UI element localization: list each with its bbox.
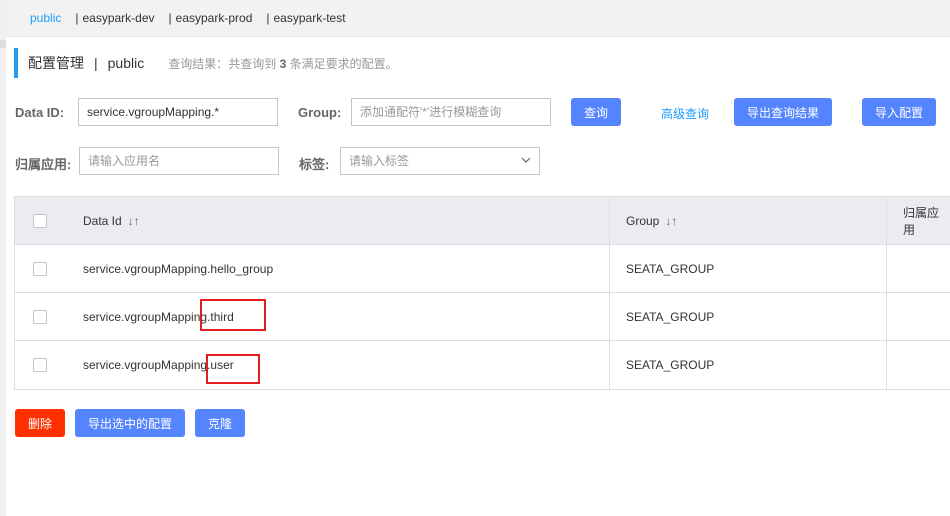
namespace-separator: |	[266, 11, 270, 25]
sort-icon[interactable]: ↓↑	[128, 214, 140, 228]
left-edge-strip	[0, 0, 6, 516]
row-app	[886, 341, 950, 389]
header-group[interactable]: Group ↓↑	[609, 197, 886, 244]
app-input[interactable]	[79, 147, 279, 175]
export-results-button[interactable]: 导出查询结果	[734, 98, 832, 126]
namespace-tab-easypark-test[interactable]: easypark-test	[274, 11, 346, 25]
delete-button[interactable]: 删除	[15, 409, 65, 437]
row-group: SEATA_GROUP	[609, 293, 886, 340]
dataid-input[interactable]	[78, 98, 278, 126]
namespace-separator: |	[168, 11, 172, 25]
row-checkbox-cell	[15, 245, 67, 292]
clone-button[interactable]: 克隆	[195, 409, 245, 437]
query-hint-prefix: 查询结果：共查询到	[168, 56, 277, 71]
title-divider: |	[94, 55, 98, 71]
header-dataid[interactable]: Data Id ↓↑	[67, 197, 609, 244]
select-all-checkbox[interactable]	[33, 213, 47, 228]
import-config-button[interactable]: 导入配置	[862, 98, 936, 126]
row-dataid: service.vgroupMapping.user	[83, 358, 234, 372]
query-result-hint: 查询结果：共查询到 3 条满足要求的配置。	[168, 55, 397, 72]
row-app	[886, 245, 950, 292]
highlight-box-third	[200, 299, 266, 331]
dataid-label: Data ID:	[15, 105, 65, 120]
highlight-box-user	[206, 354, 260, 384]
row-checkbox-cell	[15, 341, 67, 389]
tag-select[interactable]: 请输入标签	[340, 147, 540, 175]
query-hint-suffix: 条满足要求的配置。	[289, 56, 398, 71]
config-table: Data Id ↓↑ Group ↓↑ 归属应用 service.vgroupMap…	[14, 196, 950, 390]
row-group: SEATA_GROUP	[609, 341, 886, 389]
tag-select-placeholder: 请输入标签	[349, 154, 410, 168]
sort-icon[interactable]: ↓↑	[665, 214, 677, 228]
row-app	[886, 293, 950, 340]
table-row[interactable]: service.vgroupMapping.hello_group SEATA_…	[15, 245, 950, 293]
row-dataid: service.vgroupMapping.third	[83, 309, 234, 324]
query-button[interactable]: 查询	[571, 98, 621, 126]
table-row[interactable]: service.vgroupMapping.user SEATA_GROUP	[15, 341, 950, 389]
title-accent-bar	[14, 48, 18, 78]
row-checkbox-cell	[15, 293, 67, 340]
current-namespace: public	[107, 55, 145, 71]
header-app: 归属应用	[886, 197, 950, 244]
app-label: 归属应用:	[15, 157, 72, 172]
row-dataid: service.vgroupMapping.hello_group	[83, 261, 274, 276]
namespace-tab-easypark-prod[interactable]: easypark-prod	[176, 11, 253, 25]
row-group: SEATA_GROUP	[609, 245, 886, 292]
header-dataid-label: Data Id	[83, 213, 122, 228]
row-checkbox[interactable]	[33, 358, 47, 372]
advanced-query-link[interactable]: 高级查询	[661, 105, 709, 122]
group-input[interactable]	[351, 98, 551, 126]
export-selected-button[interactable]: 导出选中的配置	[75, 409, 185, 437]
page-title-row: 配置管理 | public 查询结果：共查询到 3 条满足要求的配置。	[14, 48, 398, 78]
table-header-row: Data Id ↓↑ Group ↓↑ 归属应用	[15, 197, 950, 245]
group-label: Group:	[298, 105, 342, 120]
left-edge-mark	[0, 40, 6, 48]
tag-label: 标签:	[299, 157, 330, 172]
header-checkbox-cell	[15, 197, 67, 244]
query-hint-count: 3	[279, 56, 287, 71]
header-app-label: 归属应用	[903, 205, 940, 237]
table-row[interactable]: service.vgroupMapping.third SEATA_GROUP	[15, 293, 950, 341]
header-group-label: Group	[626, 213, 660, 228]
namespace-tab-public[interactable]: public	[30, 11, 61, 25]
row-checkbox[interactable]	[33, 309, 47, 324]
page-title: 配置管理	[28, 55, 84, 71]
chevron-down-icon	[521, 157, 531, 163]
namespace-bar: public | easypark-dev | easypark-prod | …	[6, 0, 950, 37]
namespace-separator: |	[75, 11, 79, 25]
row-checkbox[interactable]	[33, 261, 47, 276]
namespace-tab-easypark-dev[interactable]: easypark-dev	[82, 11, 154, 25]
